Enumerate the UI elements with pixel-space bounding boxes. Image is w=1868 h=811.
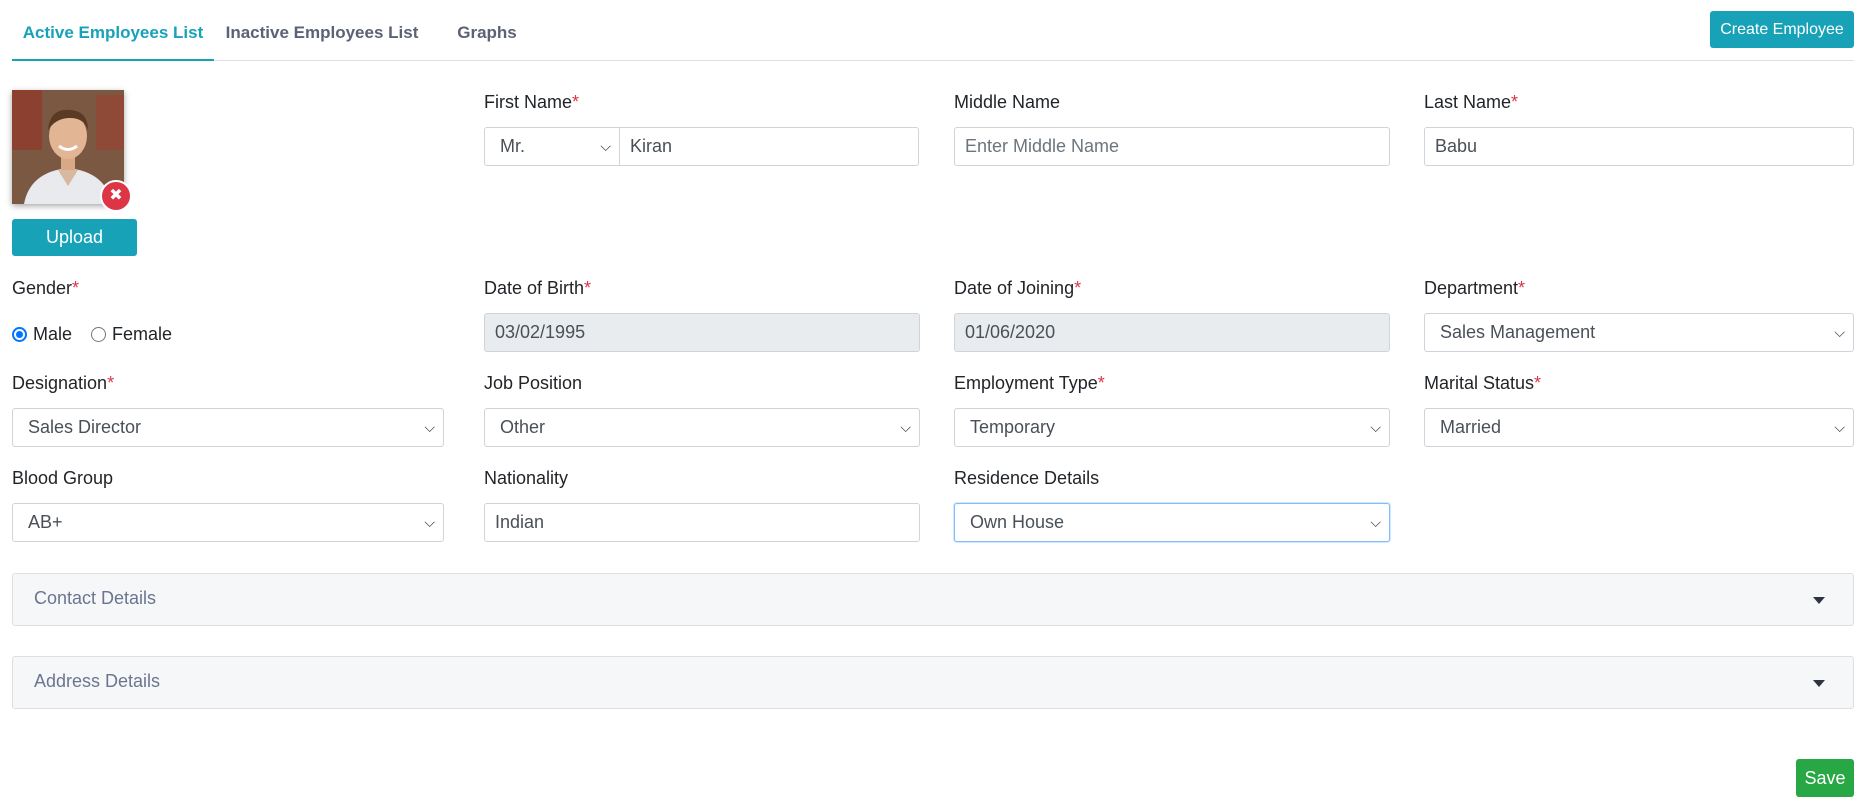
nationality-input[interactable]: Indian <box>484 503 920 542</box>
job-position-label: Job Position <box>484 373 583 393</box>
chevron-down-icon: ⌵ <box>1370 419 1381 435</box>
first-name-input[interactable]: Kiran <box>619 127 919 166</box>
first-name-label: First Name* <box>484 92 580 112</box>
gender-label: Gender* <box>12 278 80 298</box>
gender-female-radio[interactable] <box>91 326 107 342</box>
doj-input[interactable]: 01/06/2020 <box>954 313 1390 352</box>
tab-graphs[interactable]: Graphs <box>442 0 532 61</box>
blood-group-label: Blood Group <box>12 468 114 488</box>
dob-input[interactable]: 03/02/1995 <box>484 313 920 352</box>
employee-tabs: Active Employees List Inactive Employees… <box>12 0 1854 61</box>
gender-radio-group: Male Female <box>12 323 186 347</box>
gender-male-radio[interactable] <box>12 326 27 342</box>
caret-down-icon <box>1813 680 1825 687</box>
contact-details-title: Contact Details <box>34 588 157 608</box>
department-select[interactable]: Sales Management ⌵ <box>1424 313 1854 352</box>
contact-details-section[interactable]: Contact Details <box>12 573 1854 626</box>
employment-type-label: Employment Type* <box>954 373 1105 393</box>
chevron-down-icon: ⌵ <box>424 514 435 530</box>
save-button[interactable]: Save <box>1796 759 1854 797</box>
create-employee-button[interactable]: Create Employee <box>1710 11 1854 48</box>
gender-male-label: Male <box>33 323 73 344</box>
employment-type-select[interactable]: Temporary ⌵ <box>954 408 1390 447</box>
last-name-input[interactable]: Babu <box>1424 127 1854 166</box>
title-select[interactable]: Mr. ⌵ <box>484 127 620 166</box>
chevron-down-icon: ⌵ <box>1370 514 1381 530</box>
remove-photo-icon[interactable]: ✖ <box>100 180 132 212</box>
chevron-down-icon: ⌵ <box>600 138 611 154</box>
marital-status-select[interactable]: Married ⌵ <box>1424 408 1854 447</box>
designation-label: Designation* <box>12 373 115 393</box>
doj-label: Date of Joining* <box>954 278 1082 298</box>
department-label: Department* <box>1424 278 1526 298</box>
chevron-down-icon: ⌵ <box>424 419 435 435</box>
designation-select[interactable]: Sales Director ⌵ <box>12 408 444 447</box>
chevron-down-icon: ⌵ <box>1834 324 1845 340</box>
chevron-down-icon: ⌵ <box>900 419 911 435</box>
tab-inactive-employees[interactable]: Inactive Employees List <box>222 0 422 61</box>
address-details-title: Address Details <box>34 671 161 691</box>
dob-label: Date of Birth* <box>484 278 592 298</box>
residence-details-select[interactable]: Own House ⌵ <box>954 503 1390 542</box>
chevron-down-icon: ⌵ <box>1834 419 1845 435</box>
nationality-label: Nationality <box>484 468 569 488</box>
job-position-select[interactable]: Other ⌵ <box>484 408 920 447</box>
caret-down-icon <box>1813 597 1825 604</box>
blood-group-select[interactable]: AB+ ⌵ <box>12 503 444 542</box>
gender-female-label: Female <box>112 323 173 344</box>
tab-active-employees[interactable]: Active Employees List <box>12 0 214 61</box>
residence-details-label: Residence Details <box>954 468 1100 488</box>
middle-name-label: Middle Name <box>954 92 1061 112</box>
marital-status-label: Marital Status* <box>1424 373 1542 393</box>
last-name-label: Last Name* <box>1424 92 1519 112</box>
address-details-section[interactable]: Address Details <box>12 656 1854 709</box>
upload-button[interactable]: Upload <box>12 219 137 256</box>
middle-name-input[interactable]: Enter Middle Name <box>954 127 1390 166</box>
